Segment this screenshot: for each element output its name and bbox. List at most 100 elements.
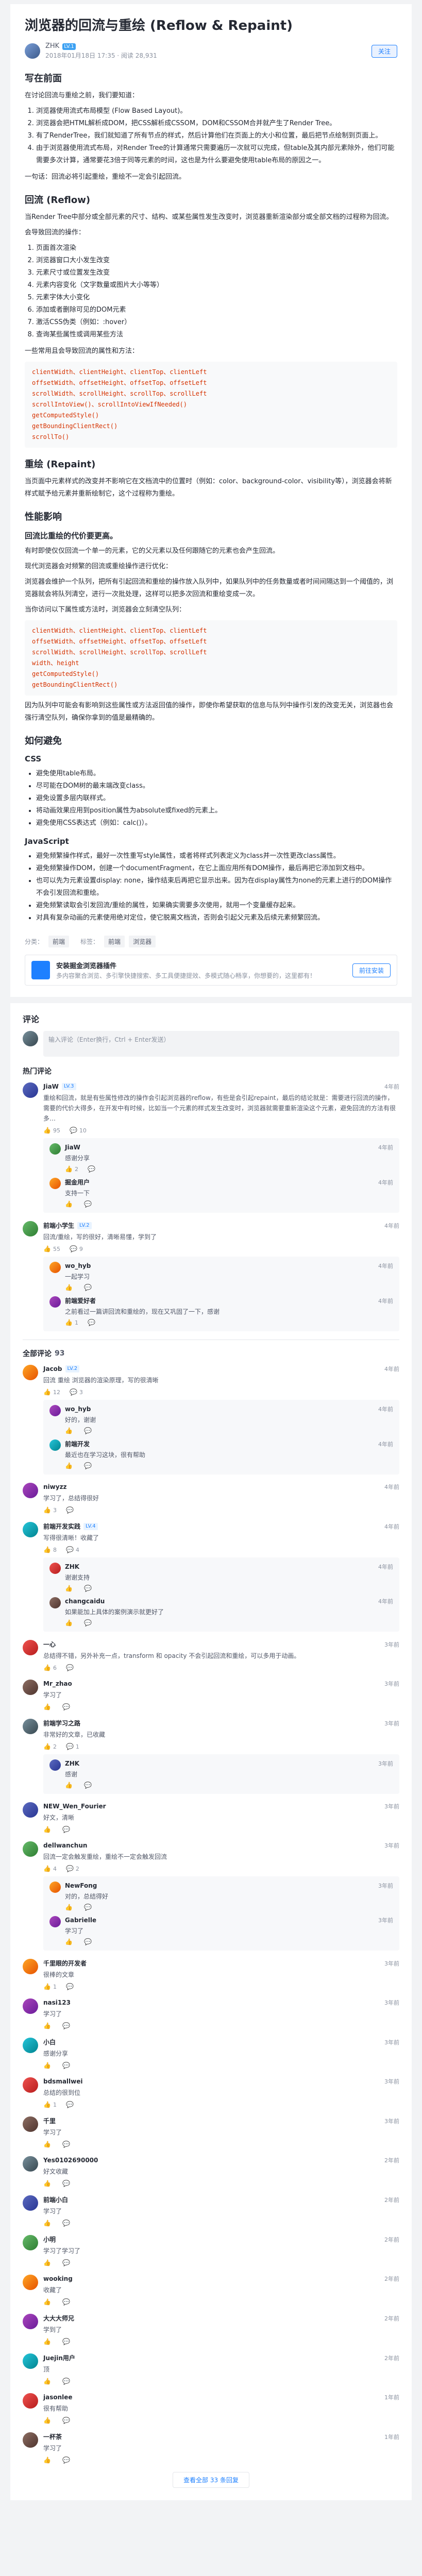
commenter-name[interactable]: dellwanchun [43,1842,87,1849]
commenter-avatar[interactable] [23,2195,38,2211]
like-button[interactable]: 👍 [65,1427,75,1434]
commenter-avatar[interactable] [49,1439,61,1451]
reply-button[interactable]: 💬 10 [70,1127,87,1134]
reply-button[interactable]: 💬 [62,2259,72,2266]
comment-input[interactable]: 输入评论（Enter换行，Ctrl + Enter发送） [43,1031,399,1057]
commenter-avatar[interactable] [23,1522,38,1537]
commenter-name[interactable]: Juejin用户 [43,2353,75,2362]
commenter-avatar[interactable] [49,1759,61,1771]
commenter-name[interactable]: niwyzz [43,1483,67,1490]
reply-button[interactable]: 💬 [62,2417,72,2424]
commenter-name[interactable]: Gabrielle [65,1917,96,1924]
like-button[interactable]: 👍 [43,2378,53,2385]
reply-button[interactable]: 💬 [62,2456,72,2464]
like-button[interactable]: 👍 3 [43,1506,57,1514]
commenter-avatar[interactable] [23,2275,38,2290]
commenter-avatar[interactable] [23,1959,38,1974]
reply-button[interactable]: 💬 [66,1664,76,1671]
commenter-avatar[interactable] [23,2393,38,2409]
reply-button[interactable]: 💬 [84,1427,94,1434]
commenter-avatar[interactable] [23,1221,38,1236]
commenter-name[interactable]: 小明 [43,2235,56,2244]
like-button[interactable]: 👍 [43,2180,53,2187]
like-button[interactable]: 👍 2 [43,1743,57,1750]
commenter-avatar[interactable] [23,2353,38,2369]
commenter-avatar[interactable] [23,1082,38,1098]
category-tag[interactable]: 前端 [48,936,70,947]
commenter-name[interactable]: 前端小学生 [43,1221,74,1230]
install-button[interactable]: 前往安装 [352,963,391,977]
like-button[interactable]: 👍 [65,1782,75,1789]
commenter-avatar[interactable] [49,1143,61,1155]
commenter-name[interactable]: 一心 [43,1640,56,1649]
commenter-name[interactable]: JiaW [65,1144,80,1151]
like-button[interactable]: 👍 [43,2219,53,2227]
commenter-avatar[interactable] [23,1719,38,1734]
commenter-avatar[interactable] [23,1841,38,1857]
like-button[interactable]: 👍 [43,2259,53,2266]
like-button[interactable]: 👍 [43,2141,53,2148]
commenter-name[interactable]: ZHK [65,1563,79,1570]
commenter-name[interactable]: 前端学习之路 [43,1719,80,1727]
like-button[interactable]: 👍 [65,1619,75,1626]
like-button[interactable]: 👍 12 [43,1388,60,1396]
reply-button[interactable]: 💬 [62,2180,72,2187]
like-button[interactable]: 👍 [65,1284,75,1291]
tag[interactable]: 前端 [104,936,125,947]
commenter-avatar[interactable] [49,1597,61,1608]
reply-button[interactable]: 💬 [84,1904,94,1911]
reply-button[interactable]: 💬 [62,2022,72,2029]
reply-button[interactable]: 💬 [84,1462,94,1469]
commenter-name[interactable]: NewFong [65,1882,97,1889]
reply-button[interactable]: 💬 [62,2062,72,2069]
reply-button[interactable]: 💬 9 [70,1245,83,1252]
author-name[interactable]: ZHK [45,42,59,50]
like-button[interactable]: 👍 [65,1904,75,1911]
reply-button[interactable]: 💬 [88,1319,97,1326]
commenter-avatar[interactable] [49,1563,61,1574]
commenter-name[interactable]: wooking [43,2275,73,2282]
like-button[interactable]: 👍 55 [43,1245,60,1252]
commenter-name[interactable]: Mr_zhao [43,1680,72,1687]
like-button[interactable]: 👍 4 [43,1865,57,1872]
reply-button[interactable]: 💬 [62,2338,72,2345]
commenter-avatar[interactable] [23,1483,38,1498]
reply-button[interactable]: 💬 [62,2219,72,2227]
commenter-avatar[interactable] [23,1998,38,2014]
like-button[interactable]: 👍 1 [43,2101,57,2108]
commenter-avatar[interactable] [23,1640,38,1655]
reply-button[interactable]: 💬 [66,1506,76,1514]
commenter-name[interactable]: NEW_Wen_Fourier [43,1803,106,1810]
like-button[interactable]: 👍 [43,1826,53,1833]
reply-button[interactable]: 💬 2 [66,1865,79,1872]
reply-button[interactable]: 💬 [88,1165,97,1173]
commenter-name[interactable]: Yes0102690000 [43,2157,98,2164]
reply-button[interactable]: 💬 [84,1619,94,1626]
commenter-avatar[interactable] [23,2235,38,2250]
like-button[interactable]: 👍 6 [43,1664,57,1671]
tag[interactable]: 浏览器 [129,936,156,947]
commenter-avatar[interactable] [49,1296,61,1308]
like-button[interactable]: 👍 2 [65,1165,78,1173]
commenter-name[interactable]: 大大大师兄 [43,2314,74,2323]
reply-button[interactable]: 💬 [84,1938,94,1945]
commenter-name[interactable]: 前端爱好者 [65,1296,96,1305]
reply-button[interactable]: 💬 1 [66,1743,79,1750]
commenter-avatar[interactable] [49,1262,61,1273]
commenter-avatar[interactable] [49,1405,61,1416]
like-button[interactable]: 👍 8 [43,1546,57,1553]
commenter-name[interactable]: 千里 [43,2116,56,2125]
commenter-avatar[interactable] [49,1882,61,1893]
like-button[interactable]: 👍 95 [43,1127,60,1134]
commenter-name[interactable]: 前端小白 [43,2195,68,2204]
commenter-avatar[interactable] [23,2432,38,2448]
commenter-name[interactable]: bdsmallwei [43,2078,83,2085]
commenter-avatar[interactable] [23,2116,38,2132]
like-button[interactable]: 👍 [43,2417,53,2424]
like-button[interactable]: 👍 [43,2338,53,2345]
commenter-name[interactable]: 小白 [43,2038,56,2046]
commenter-avatar[interactable] [23,1365,38,1380]
reply-button[interactable]: 💬 [62,2298,72,2306]
reply-button[interactable]: 💬 4 [66,1546,79,1553]
commenter-name[interactable]: 千里眼的开发者 [43,1959,87,1968]
